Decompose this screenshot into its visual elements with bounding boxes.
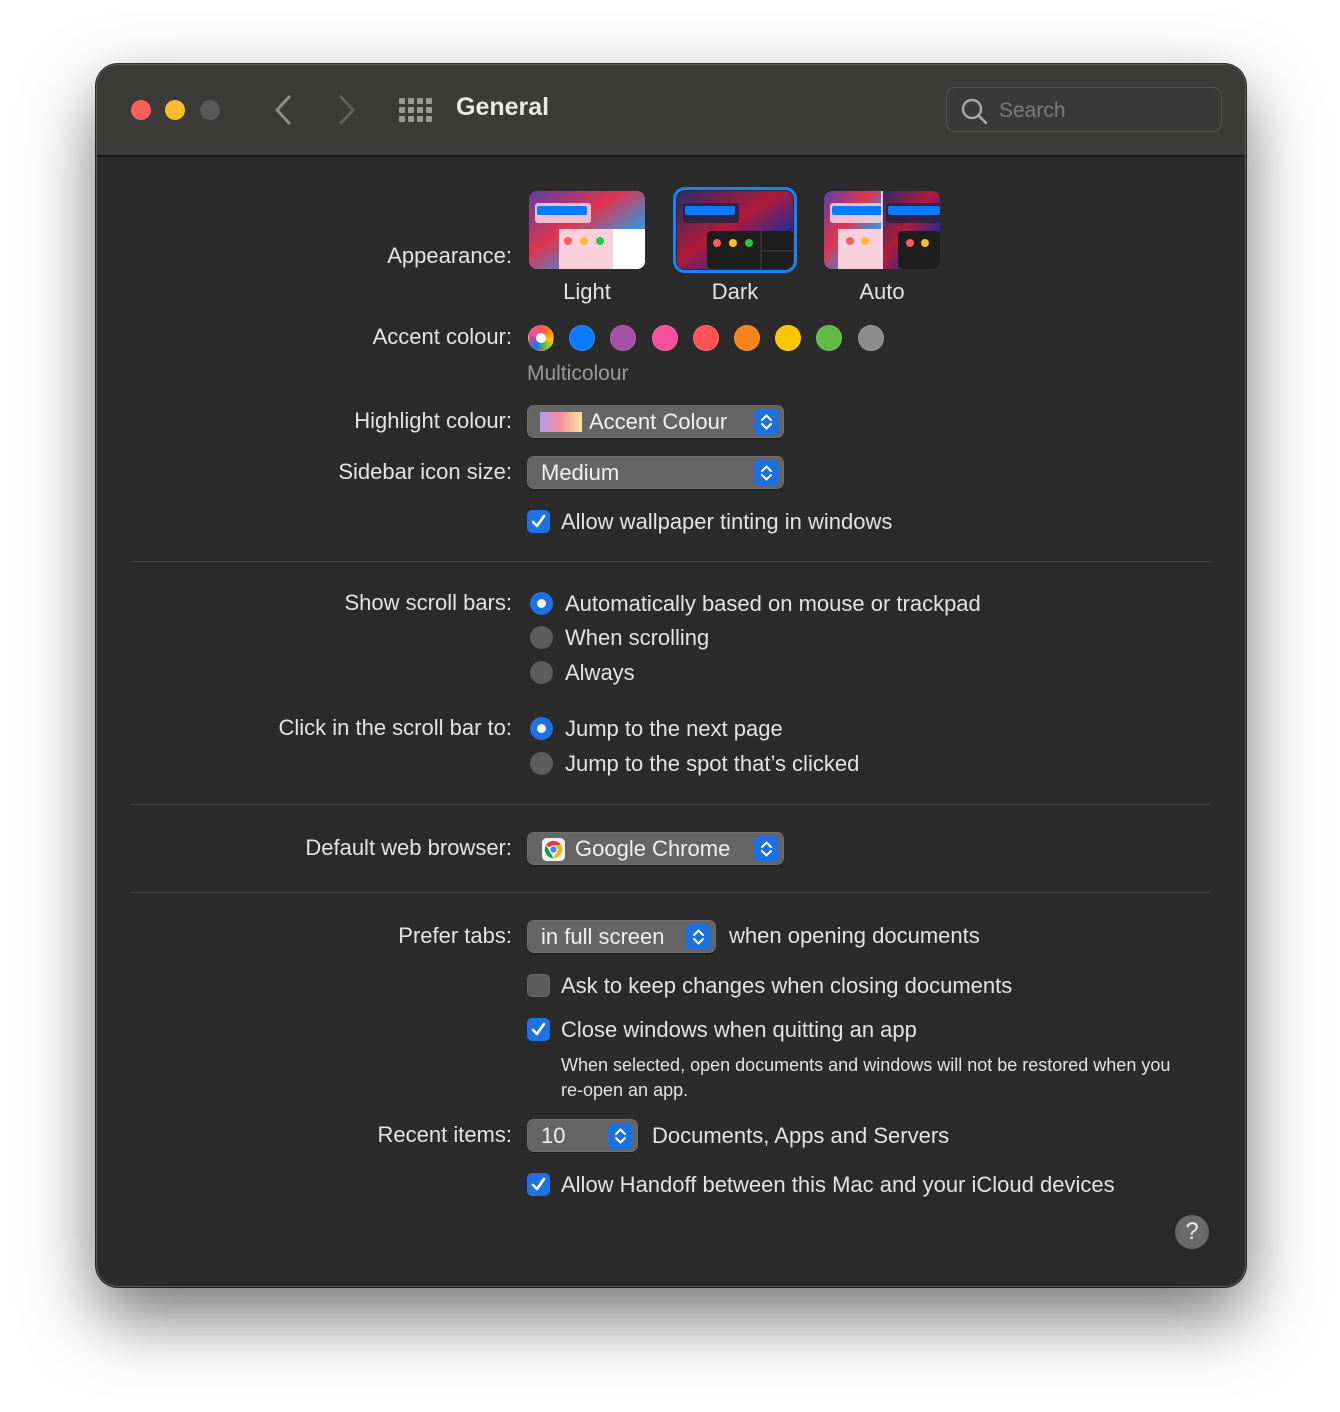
- default-browser-popup[interactable]: Google Chrome: [527, 832, 784, 865]
- handoff-label[interactable]: Allow Handoff between this Mac and your …: [561, 1172, 1115, 1198]
- help-button[interactable]: ?: [1175, 1215, 1209, 1249]
- close-button[interactable]: [131, 100, 151, 120]
- scroll-bars-always-label[interactable]: Always: [565, 660, 635, 686]
- search-input[interactable]: [997, 94, 1211, 128]
- window-title: General: [456, 93, 550, 121]
- sidebar-icon-size-value: Medium: [541, 460, 620, 485]
- sidebar-icon-size-label: Sidebar icon size:: [338, 459, 512, 484]
- recent-items-popup[interactable]: 10: [527, 1119, 638, 1152]
- system-preferences-window: General Appearance:: [96, 64, 1246, 1287]
- dark-mode-preview-icon: [677, 191, 793, 269]
- highlight-colour-value: Accent Colour: [589, 409, 728, 434]
- chevron-right-icon: [339, 95, 355, 125]
- scroll-bars-automatic-radio[interactable]: [530, 592, 553, 615]
- popup-stepper-icon: [754, 836, 779, 862]
- highlight-colour-popup[interactable]: Accent Colour: [527, 405, 784, 438]
- prefer-tabs-value: in full screen: [541, 924, 665, 949]
- checkmark-icon: [531, 1177, 546, 1191]
- handoff-checkbox[interactable]: [527, 1173, 550, 1196]
- wallpaper-tinting-checkbox[interactable]: [527, 510, 550, 533]
- section-divider: [131, 804, 1211, 805]
- popup-stepper-icon: [686, 924, 711, 950]
- selected-dot-icon: [536, 333, 546, 343]
- ask-keep-changes-checkbox[interactable]: [527, 974, 550, 997]
- scroll-bars-always-radio[interactable]: [530, 661, 553, 684]
- jump-next-page-label[interactable]: Jump to the next page: [565, 716, 783, 742]
- accent-colour-label: Accent colour:: [372, 324, 512, 349]
- ask-keep-changes-label[interactable]: Ask to keep changes when closing documen…: [561, 973, 1012, 999]
- accent-swatch-pink[interactable]: [651, 325, 678, 351]
- zoom-button[interactable]: [200, 100, 220, 120]
- chrome-icon: [542, 838, 565, 861]
- accent-swatch-purple[interactable]: [610, 325, 637, 351]
- popup-stepper-icon: [608, 1123, 633, 1149]
- close-windows-label[interactable]: Close windows when quitting an app: [561, 1017, 917, 1043]
- scroll-bars-when-scrolling-radio[interactable]: [530, 626, 553, 649]
- appearance-light-label[interactable]: Light: [529, 279, 645, 305]
- search-icon: [961, 98, 988, 125]
- appearance-dark-thumbnail[interactable]: [673, 187, 797, 273]
- accent-swatch-orange[interactable]: [734, 325, 760, 351]
- appearance-light-thumbnail[interactable]: [529, 191, 645, 269]
- scroll-bars-when-scrolling-label[interactable]: When scrolling: [565, 625, 709, 651]
- titlebar: General: [97, 65, 1245, 157]
- recent-items-suffix: Documents, Apps and Servers: [652, 1123, 950, 1148]
- light-mode-preview-icon: [529, 191, 645, 269]
- prefer-tabs-suffix: when opening documents: [729, 923, 980, 948]
- section-divider: [131, 561, 1211, 562]
- back-button[interactable]: [269, 93, 299, 127]
- appearance-label: Appearance:: [387, 243, 512, 268]
- highlight-colour-swatch: [540, 412, 582, 432]
- show-all-grid-icon[interactable]: [399, 98, 432, 122]
- chevron-left-icon: [275, 95, 291, 125]
- auto-mode-preview-icon: [824, 191, 940, 269]
- accent-swatch-multicolour[interactable]: [528, 325, 554, 351]
- jump-next-page-radio[interactable]: [530, 717, 553, 740]
- popup-stepper-icon: [754, 460, 779, 486]
- forward-button[interactable]: [331, 93, 361, 127]
- show-scroll-bars-label: Show scroll bars:: [344, 590, 512, 615]
- appearance-auto-label[interactable]: Auto: [824, 279, 940, 305]
- checkmark-icon: [531, 1022, 546, 1036]
- click-scroll-bar-label: Click in the scroll bar to:: [278, 715, 512, 740]
- accent-swatch-red[interactable]: [692, 325, 719, 351]
- prefer-tabs-label: Prefer tabs:: [398, 923, 512, 948]
- accent-selected-name: Multicolour: [527, 362, 629, 385]
- jump-spot-clicked-label[interactable]: Jump to the spot that’s clicked: [565, 751, 859, 777]
- accent-swatch-green[interactable]: [816, 325, 843, 351]
- popup-stepper-icon: [754, 409, 779, 435]
- sidebar-icon-size-popup[interactable]: Medium: [527, 456, 784, 489]
- close-windows-checkbox[interactable]: [527, 1018, 550, 1041]
- accent-swatch-yellow[interactable]: [775, 325, 802, 351]
- default-browser-label: Default web browser:: [305, 835, 512, 860]
- prefer-tabs-popup[interactable]: in full screen: [527, 920, 716, 953]
- close-windows-note: When selected, open documents and window…: [561, 1055, 1171, 1100]
- appearance-dark-label[interactable]: Dark: [677, 279, 793, 305]
- recent-items-label: Recent items:: [377, 1122, 513, 1147]
- wallpaper-tinting-label[interactable]: Allow wallpaper tinting in windows: [561, 509, 892, 535]
- accent-swatch-graphite[interactable]: [857, 325, 884, 351]
- appearance-auto-thumbnail[interactable]: [824, 191, 940, 269]
- scroll-bars-automatic-label[interactable]: Automatically based on mouse or trackpad: [565, 591, 981, 617]
- recent-items-value: 10: [541, 1123, 566, 1148]
- minimize-button[interactable]: [165, 100, 185, 120]
- highlight-colour-label: Highlight colour:: [354, 408, 512, 433]
- checkmark-icon: [531, 514, 546, 528]
- accent-swatch-blue[interactable]: [569, 325, 596, 351]
- search-field[interactable]: [946, 87, 1222, 132]
- default-browser-value: Google Chrome: [575, 836, 731, 861]
- jump-spot-clicked-radio[interactable]: [530, 752, 553, 775]
- section-divider: [131, 892, 1211, 893]
